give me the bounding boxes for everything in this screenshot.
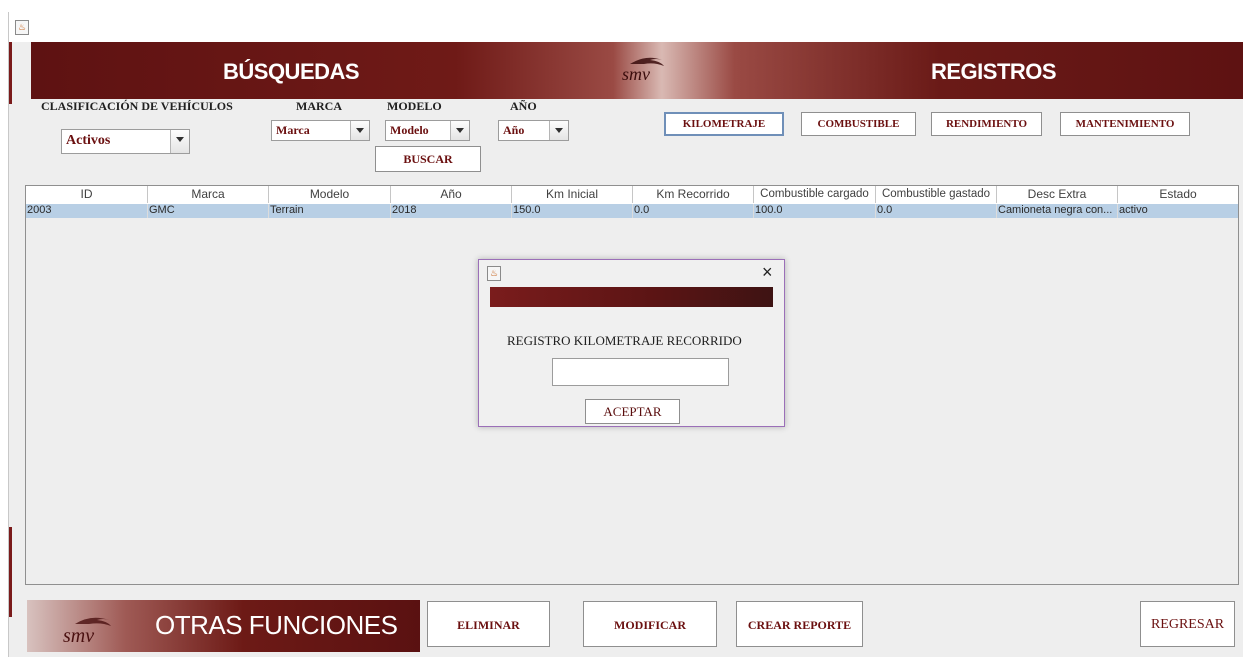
dropdown-arrow-icon[interactable]: [549, 121, 568, 140]
column-header-km-inicial[interactable]: Km Inicial: [512, 186, 633, 203]
dropdown-arrow-icon[interactable]: [170, 130, 189, 153]
rendimiento-button[interactable]: RENDIMIENTO: [931, 112, 1042, 136]
modificar-button[interactable]: MODIFICAR: [583, 601, 717, 647]
cell-id: 2003: [26, 204, 148, 218]
mantenimiento-button[interactable]: MANTENIMIENTO: [1060, 112, 1190, 136]
column-header-combustible-gastado[interactable]: Combustible gastado: [876, 186, 997, 203]
anio-label: AÑO: [510, 99, 537, 113]
kilometraje-button[interactable]: KILOMETRAJE: [664, 112, 784, 136]
crear-reporte-button[interactable]: CREAR REPORTE: [736, 601, 863, 647]
cell-km-recorrido: 0.0: [633, 204, 754, 218]
buscar-button[interactable]: BUSCAR: [375, 146, 481, 172]
header-banner: BÚSQUEDAS smv REGISTROS: [31, 42, 1243, 99]
main-window: ♨ BÚSQUEDAS smv REGISTROS CLASIFICACIÓN …: [8, 12, 1243, 657]
column-header-combustible-cargado[interactable]: Combustible cargado: [754, 186, 876, 203]
modelo-select[interactable]: Modelo: [385, 120, 470, 141]
kilometraje-dialog: ♨ × REGISTRO KILOMETRAJE RECORRIDO ACEPT…: [478, 259, 785, 427]
modelo-value: Modelo: [390, 123, 429, 137]
busquedas-title: BÚSQUEDAS: [223, 59, 360, 84]
dialog-title: REGISTRO KILOMETRAJE RECORRIDO: [507, 333, 742, 348]
dropdown-arrow-icon[interactable]: [450, 121, 469, 140]
anio-value: Año: [503, 123, 525, 137]
column-header-estado[interactable]: Estado: [1118, 186, 1238, 203]
clasificacion-value: Activos: [66, 133, 111, 148]
java-app-icon: ♨: [487, 266, 501, 281]
smv-logo: smv: [616, 52, 676, 86]
modelo-label: MODELO: [387, 99, 442, 113]
left-accent-strip-bottom: [9, 527, 12, 617]
eliminar-button[interactable]: ELIMINAR: [427, 601, 550, 647]
java-app-icon: ♨: [15, 20, 29, 35]
aceptar-button[interactable]: ACEPTAR: [585, 399, 680, 424]
regresar-button[interactable]: REGRESAR: [1140, 601, 1235, 647]
registros-title: REGISTROS: [931, 59, 1057, 84]
smv-logo: smv: [57, 612, 127, 647]
close-icon[interactable]: ×: [762, 262, 773, 283]
left-accent-strip-top: [9, 42, 12, 104]
cell-combustible-cargado: 100.0: [754, 204, 876, 218]
cell-modelo: Terrain: [269, 204, 391, 218]
cell-marca: GMC: [148, 204, 269, 218]
svg-text:smv: smv: [63, 625, 94, 646]
kilometraje-input[interactable]: [552, 358, 729, 386]
marca-value: Marca: [276, 123, 310, 137]
svg-text:smv: smv: [622, 64, 650, 84]
marca-select[interactable]: Marca: [271, 120, 370, 141]
clasificacion-label: CLASIFICACIÓN DE VEHÍCULOS: [41, 99, 233, 113]
anio-select[interactable]: Año: [498, 120, 569, 141]
table-row[interactable]: 2003 GMC Terrain 2018 150.0 0.0 100.0 0.…: [26, 204, 1238, 218]
table-header: ID Marca Modelo Año Km Inicial Km Recorr…: [26, 186, 1238, 205]
cell-km-inicial: 150.0: [512, 204, 633, 218]
cell-anio: 2018: [391, 204, 512, 218]
marca-label: MARCA: [296, 99, 342, 113]
clasificacion-select[interactable]: Activos: [61, 129, 190, 154]
combustible-button[interactable]: COMBUSTIBLE: [801, 112, 916, 136]
dropdown-arrow-icon[interactable]: [350, 121, 369, 140]
cell-estado: activo: [1119, 204, 1148, 216]
title-bar: ♨: [9, 12, 1243, 42]
cell-combustible-gastado: 0.0: [876, 204, 997, 218]
column-header-anio[interactable]: Año: [391, 186, 512, 203]
otras-funciones-title: OTRAS FUNCIONES: [155, 610, 398, 640]
column-header-marca[interactable]: Marca: [148, 186, 269, 203]
cell-desc-extra: Camioneta negra con...: [997, 204, 1118, 218]
dialog-banner: [490, 287, 773, 307]
column-header-modelo[interactable]: Modelo: [269, 186, 391, 203]
column-header-km-recorrido[interactable]: Km Recorrido: [633, 186, 754, 203]
column-header-id[interactable]: ID: [26, 186, 148, 203]
column-header-desc-extra[interactable]: Desc Extra: [997, 186, 1118, 203]
footer-banner: smv OTRAS FUNCIONES: [27, 600, 420, 652]
